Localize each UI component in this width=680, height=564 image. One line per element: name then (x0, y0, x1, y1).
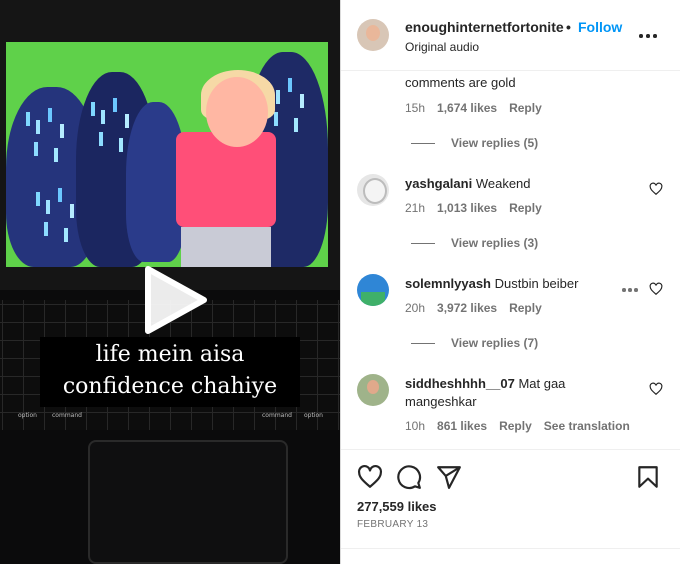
caption-line: confidence chahiye (62, 374, 278, 399)
heart-icon[interactable] (649, 382, 663, 396)
comment-likes[interactable]: 3,972 likes (437, 301, 497, 315)
heart-icon[interactable] (357, 464, 383, 490)
see-translation-button[interactable]: See translation (544, 419, 630, 433)
reply-button[interactable]: Reply (509, 201, 542, 215)
post-header: enoughinternetfortonite • Follow Origina… (341, 0, 680, 71)
avatar[interactable] (357, 374, 389, 406)
post-likes-count[interactable]: 277,559 likes (357, 499, 437, 514)
comment-time[interactable]: 10h (405, 419, 425, 433)
reply-button[interactable]: Reply (509, 101, 542, 115)
view-replies-label: View replies (3) (451, 236, 539, 250)
comment-text: siddheshhhh__07 Mat gaa mangeshkar (405, 375, 635, 411)
view-replies-label: View replies (5) (451, 136, 539, 150)
heart-icon[interactable] (649, 182, 663, 196)
avatar[interactable] (357, 274, 389, 306)
post-actions: 277,559 likes FEBRUARY 13 (341, 449, 680, 549)
add-comment-bar[interactable] (341, 548, 680, 564)
key-label: option (304, 412, 323, 419)
avatar[interactable] (357, 19, 389, 51)
comment-meta: 21h 1,013 likes Reply (405, 201, 554, 215)
view-replies-label: View replies (7) (451, 336, 539, 350)
post-date[interactable]: FEBRUARY 13 (357, 519, 428, 530)
comment-meta: 15h 1,674 likes Reply (405, 101, 554, 115)
view-replies-button[interactable]: View replies (3) (411, 236, 538, 250)
key-label: option (18, 412, 37, 419)
play-icon[interactable] (140, 265, 210, 335)
comment-time[interactable]: 15h (405, 101, 425, 115)
post-author-username[interactable]: enoughinternetfortonite (405, 19, 564, 35)
view-replies-button[interactable]: View replies (5) (411, 136, 538, 150)
key-label: command (52, 412, 82, 419)
key-label: command (262, 412, 292, 419)
comment-username[interactable]: yashgalani (405, 176, 472, 191)
led-lights (36, 192, 40, 206)
video-caption: life mein aisa confidence chahiye (40, 337, 300, 407)
singer (176, 132, 276, 227)
caption-line: life mein aisa (95, 342, 245, 367)
audio-label[interactable]: Original audio (405, 40, 479, 54)
comment-body: Mat gaa (518, 376, 566, 391)
comment-meta: 20h 3,972 likes Reply (405, 301, 554, 315)
comment-text: yashgalani Weakend (405, 175, 531, 193)
view-replies-button[interactable]: View replies (7) (411, 336, 538, 350)
video-frame (6, 42, 328, 267)
avatar[interactable] (357, 174, 389, 206)
comment-text: comments are gold (405, 75, 516, 90)
comment-likes[interactable]: 861 likes (437, 419, 487, 433)
video-player[interactable]: option command command option life mein … (0, 0, 340, 564)
comment-text: solemnlyyash Dustbin beiber (405, 275, 578, 293)
comments-list[interactable]: comments are gold 15h 1,674 likes Reply Vi… (341, 72, 680, 448)
bookmark-icon[interactable] (635, 464, 661, 490)
heart-icon[interactable] (649, 282, 663, 296)
comment-bubble-icon[interactable] (396, 464, 422, 490)
reply-button[interactable]: Reply (499, 419, 532, 433)
singer (181, 227, 271, 267)
post-panel: enoughinternetfortonite • Follow Origina… (340, 0, 680, 564)
laptop-touchpad (88, 440, 288, 564)
comment-likes[interactable]: 1,674 likes (437, 101, 497, 115)
comment-time[interactable]: 21h (405, 201, 425, 215)
more-horizontal-icon[interactable] (639, 33, 659, 39)
separator-dot: • (566, 19, 571, 35)
reply-button[interactable]: Reply (509, 301, 542, 315)
singer (206, 77, 268, 147)
comment-username[interactable]: solemnlyyash (405, 276, 491, 291)
comment-time[interactable]: 20h (405, 301, 425, 315)
comment-body: mangeshkar (405, 394, 477, 409)
comment-likes[interactable]: 1,013 likes (437, 201, 497, 215)
comment-body: Weakend (475, 176, 531, 191)
paper-plane-icon[interactable] (436, 464, 462, 490)
led-lights (91, 102, 95, 116)
comment-username[interactable]: siddheshhhh__07 (405, 376, 515, 391)
more-horizontal-icon[interactable] (622, 287, 642, 293)
led-lights (26, 112, 30, 126)
comment-body: Dustbin beiber (494, 276, 579, 291)
follow-button[interactable]: Follow (578, 19, 622, 35)
comment-meta: 10h 861 likes Reply See translation (405, 419, 642, 433)
